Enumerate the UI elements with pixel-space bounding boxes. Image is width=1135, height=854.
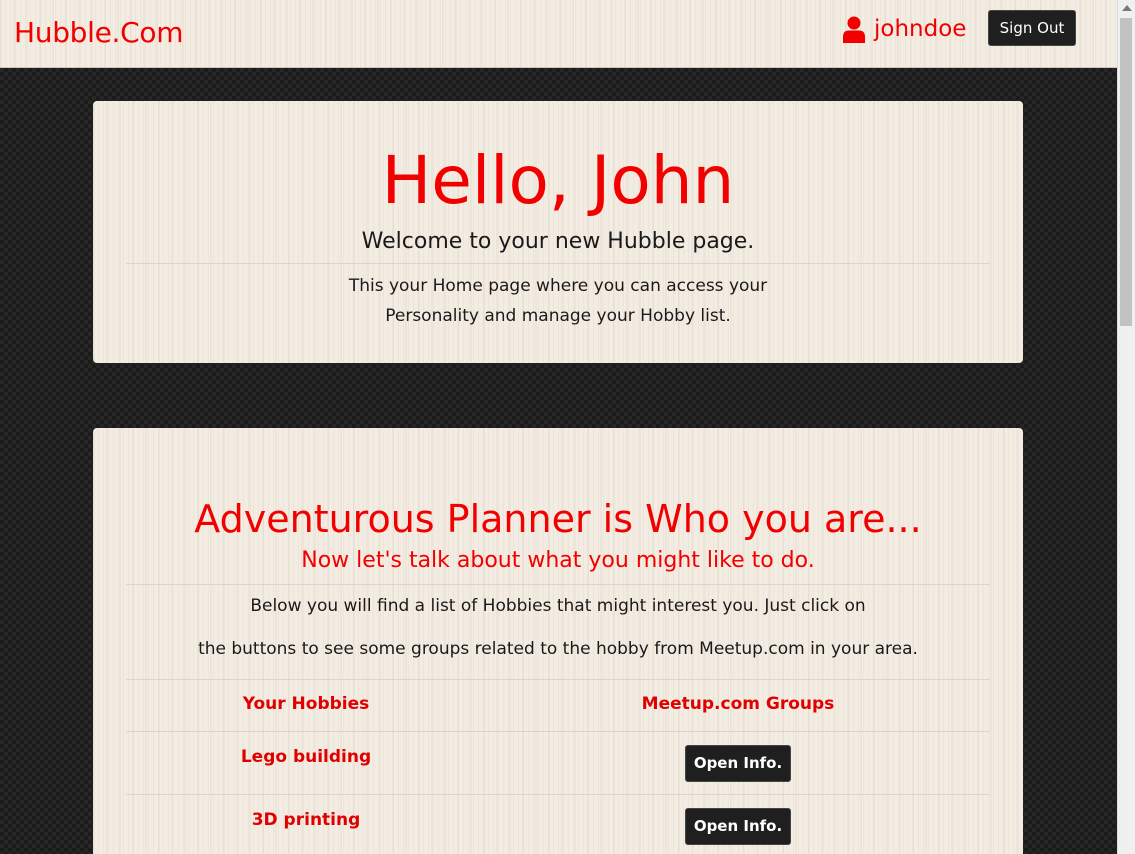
table-header-border <box>126 731 990 732</box>
table-row-border <box>126 794 990 795</box>
hobby-name: Lego building <box>240 747 372 767</box>
user-profile-link[interactable]: johndoe <box>843 14 966 44</box>
vertical-scrollbar[interactable] <box>1117 0 1135 854</box>
scroll-thumb[interactable] <box>1120 18 1132 326</box>
brand-logo-text[interactable]: Hubble.Com <box>14 16 184 49</box>
intro-text: This your Home page where you can access… <box>93 271 1023 331</box>
column-header-hobbies: Your Hobbies <box>242 694 370 714</box>
table-top-border <box>126 679 990 680</box>
username-label: johndoe <box>874 16 967 42</box>
top-navbar: Hubble.Com johndoe Sign Out <box>0 0 1117 68</box>
table-cell-action: Open Info. <box>523 745 953 782</box>
personality-title: Adventurous Planner is Who you are... <box>194 497 922 541</box>
greeting-title: Hello, John <box>381 142 735 219</box>
column-header-meetup-groups: Meetup.com Groups <box>641 694 835 714</box>
divider <box>126 584 990 585</box>
hello-card: Hello, John Welcome to your new Hubble p… <box>93 101 1023 363</box>
scroll-up-arrow-icon[interactable] <box>1122 5 1132 11</box>
description-line-1: Below you will find a list of Hobbies th… <box>250 596 866 616</box>
open-info-button[interactable]: Open Info. <box>685 808 791 845</box>
personality-subtitle: Now let's talk about what you might like… <box>301 548 815 573</box>
intro-line-1: This your Home page where you can access… <box>348 276 768 296</box>
welcome-subtitle: Welcome to your new Hubble page. <box>361 229 755 254</box>
personality-card: Adventurous Planner is Who you are... No… <box>93 428 1023 854</box>
open-info-button[interactable]: Open Info. <box>685 745 791 782</box>
sign-out-button[interactable]: Sign Out <box>988 10 1076 46</box>
divider <box>126 263 990 264</box>
user-icon <box>843 16 865 43</box>
intro-line-2: Personality and manage your Hobby list. <box>385 306 731 326</box>
table-cell-action: Open Info. <box>523 808 953 845</box>
hobby-name: 3D printing <box>251 810 361 830</box>
description-line-2: the buttons to see some groups related t… <box>198 639 918 659</box>
